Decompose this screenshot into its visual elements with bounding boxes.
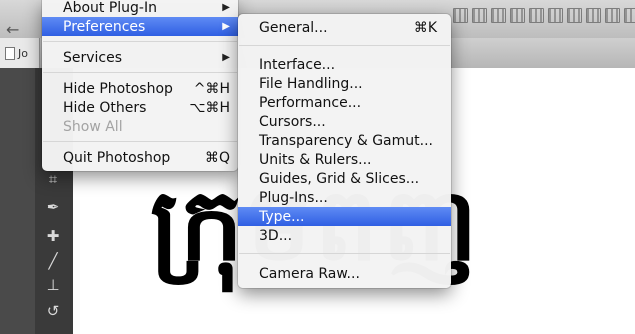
menu-item-label: Show All bbox=[63, 118, 123, 135]
distribute-vcenter-icon[interactable] bbox=[586, 8, 601, 23]
align-left-icon[interactable] bbox=[510, 8, 525, 23]
menu-item-performance[interactable]: Performance... bbox=[238, 93, 451, 112]
menu-item-label: Hide Others bbox=[63, 99, 147, 116]
menu-item-label: Hide Photoshop bbox=[63, 80, 173, 97]
menu-item-label: Performance... bbox=[259, 94, 362, 111]
document-tab[interactable]: Jo bbox=[0, 38, 40, 68]
menu-item-general[interactable]: General... ⌘K bbox=[238, 18, 451, 37]
menu-item-transparency-gamut[interactable]: Transparency & Gamut... bbox=[238, 131, 451, 150]
menu-item-label: File Handling... bbox=[259, 75, 363, 92]
menu-item-show-all: Show All bbox=[42, 117, 238, 136]
menu-separator bbox=[239, 253, 450, 254]
align-hcenter-icon[interactable] bbox=[529, 8, 544, 23]
menu-item-label: Units & Rulers... bbox=[259, 151, 372, 168]
menu-item-label: 3D... bbox=[259, 227, 293, 244]
menu-item-label: Preferences bbox=[63, 18, 146, 35]
menu-item-camera-raw[interactable]: Camera Raw... bbox=[238, 264, 451, 283]
menu-item-label: Type... bbox=[259, 208, 305, 225]
menu-item-file-handling[interactable]: File Handling... bbox=[238, 74, 451, 93]
menu-item-shortcut: ⌘Q bbox=[204, 149, 230, 166]
menu-item-preferences[interactable]: Preferences ▶ bbox=[42, 17, 238, 36]
menu-item-label: General... bbox=[259, 19, 328, 36]
menu-item-label: Services bbox=[63, 49, 123, 66]
preferences-submenu: General... ⌘K Interface... File Handling… bbox=[238, 14, 451, 288]
distribute-left-icon[interactable] bbox=[624, 8, 635, 23]
menu-item-quit-photoshop[interactable]: Quit Photoshop ⌘Q bbox=[42, 148, 238, 167]
menu-item-shortcut: ⌥⌘H bbox=[189, 99, 230, 116]
menu-item-guides-grid-slices[interactable]: Guides, Grid & Slices... bbox=[238, 169, 451, 188]
menu-item-label: Quit Photoshop bbox=[63, 149, 171, 166]
align-vcenter-icon[interactable] bbox=[472, 8, 487, 23]
menu-separator bbox=[239, 45, 450, 46]
brush-icon[interactable]: ╱ bbox=[42, 250, 64, 272]
left-gutter bbox=[0, 68, 35, 334]
menu-item-hide-photoshop[interactable]: Hide Photoshop ^⌘H bbox=[42, 79, 238, 98]
menu-item-interface[interactable]: Interface... bbox=[238, 55, 451, 74]
menu-item-label: Camera Raw... bbox=[259, 265, 360, 282]
menu-item-label: Transparency & Gamut... bbox=[259, 132, 433, 149]
menu-item-cursors[interactable]: Cursors... bbox=[238, 112, 451, 131]
distribute-top-icon[interactable] bbox=[567, 8, 582, 23]
healing-brush-icon[interactable]: ✚ bbox=[42, 225, 64, 247]
menu-item-about-plug-in[interactable]: About Plug-In ▶ bbox=[42, 0, 238, 17]
menu-item-label: Interface... bbox=[259, 56, 336, 73]
menu-item-3d[interactable]: 3D... bbox=[238, 226, 451, 245]
menu-item-shortcut: ^⌘H bbox=[193, 80, 230, 97]
menu-item-label: Guides, Grid & Slices... bbox=[259, 170, 420, 187]
menu-item-label: Plug-Ins... bbox=[259, 189, 328, 206]
align-top-icon[interactable] bbox=[453, 8, 468, 23]
chevron-right-icon: ▶ bbox=[222, 2, 230, 13]
menu-item-units-rulers[interactable]: Units & Rulers... bbox=[238, 150, 451, 169]
file-icon bbox=[5, 46, 15, 60]
crop-icon[interactable]: ⌗ bbox=[42, 168, 64, 190]
menu-separator bbox=[43, 72, 237, 73]
back-arrow-icon[interactable]: ← bbox=[6, 20, 19, 39]
menu-item-label: About Plug-In bbox=[63, 0, 157, 16]
align-bottom-icon[interactable] bbox=[491, 8, 506, 23]
align-right-icon[interactable] bbox=[548, 8, 563, 23]
menu-item-plug-ins[interactable]: Plug-Ins... bbox=[238, 188, 451, 207]
history-brush-icon[interactable]: ↺ bbox=[42, 300, 64, 322]
stamp-icon[interactable]: ⊥ bbox=[42, 274, 64, 296]
menu-item-hide-others[interactable]: Hide Others ⌥⌘H bbox=[42, 98, 238, 117]
document-tab-label: Jo bbox=[18, 46, 28, 60]
menu-item-type[interactable]: Type... bbox=[238, 207, 451, 226]
menu-item-label: Cursors... bbox=[259, 113, 326, 130]
menu-item-services[interactable]: Services ▶ bbox=[42, 48, 238, 67]
align-icons-group bbox=[453, 8, 635, 26]
menu-separator bbox=[43, 141, 237, 142]
eyedropper-icon[interactable]: ✒ bbox=[42, 196, 64, 218]
distribute-bottom-icon[interactable] bbox=[605, 8, 620, 23]
menu-separator bbox=[43, 41, 237, 42]
chevron-right-icon: ▶ bbox=[222, 21, 230, 32]
chevron-right-icon: ▶ bbox=[222, 52, 230, 63]
menu-item-shortcut: ⌘K bbox=[413, 19, 437, 36]
photoshop-app-menu: About Plug-In ▶ Preferences ▶ Services ▶… bbox=[42, 0, 238, 171]
